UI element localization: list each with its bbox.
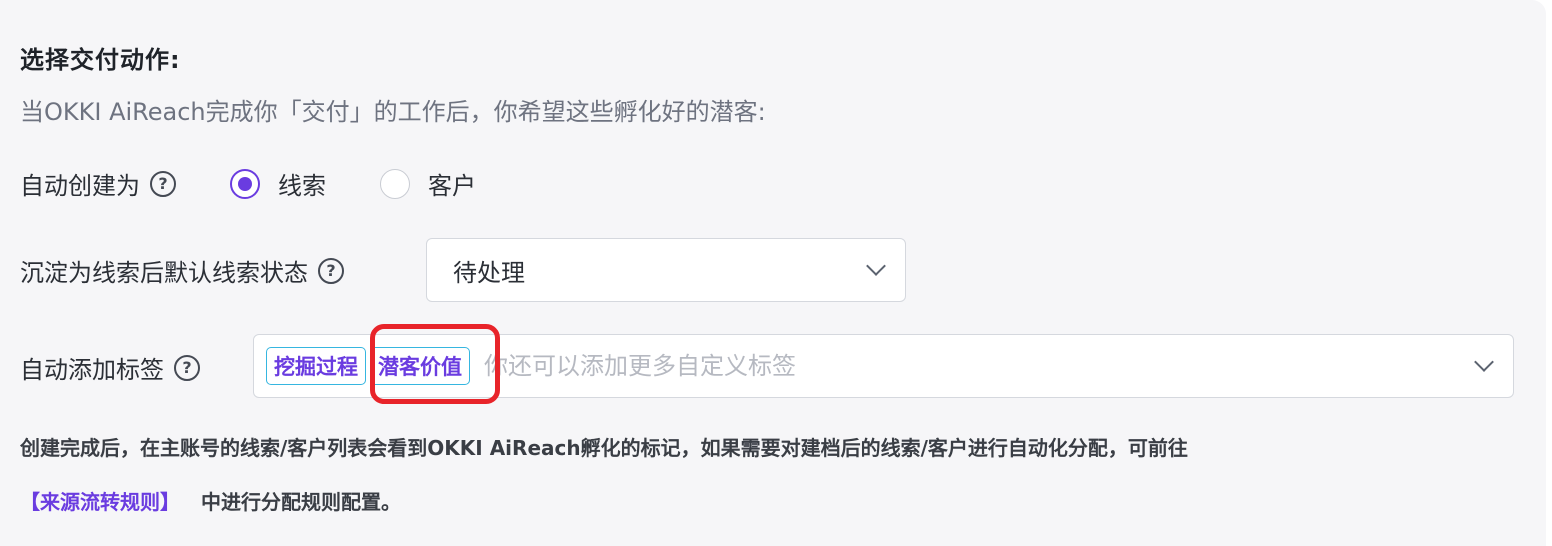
chevron-down-icon[interactable] bbox=[1474, 352, 1494, 372]
question-circle-icon[interactable]: ? bbox=[174, 354, 200, 381]
tags-label-group: 自动添加标签 ? bbox=[20, 350, 200, 385]
tag-chip[interactable]: 潜客价值 bbox=[370, 347, 470, 385]
radio-option-customer[interactable]: 客户 bbox=[380, 166, 476, 201]
lead-status-label-group: 沉淀为线索后默认线索状态 ? bbox=[20, 253, 344, 288]
section-subtitle: 当OKKI AiReach完成你「交付」的工作后，你希望这些孵化好的潜客: bbox=[20, 98, 766, 126]
auto-create-label: 自动创建为 bbox=[20, 172, 140, 200]
radio-label-lead: 线索 bbox=[278, 172, 326, 200]
lead-status-label: 沉淀为线索后默认线索状态 bbox=[20, 259, 308, 287]
radio-unchecked-icon[interactable] bbox=[380, 168, 410, 199]
section-title: 选择交付动作: bbox=[20, 46, 181, 74]
radio-label-customer: 客户 bbox=[428, 172, 476, 200]
auto-create-label-group: 自动创建为 ? bbox=[20, 166, 176, 201]
info-note: 创建完成后，在主账号的线索/客户列表会看到OKKI AiReach孵化的标记，如… bbox=[20, 436, 1188, 460]
delivery-settings-panel: 选择交付动作: 当OKKI AiReach完成你「交付」的工作后，你希望这些孵化… bbox=[0, 0, 1546, 546]
radio-checked-icon[interactable] bbox=[230, 168, 260, 199]
source-routing-rules-link[interactable]: 【来源流转规则】 bbox=[20, 490, 180, 514]
lead-status-value: 待处理 bbox=[453, 258, 525, 287]
tags-label: 自动添加标签 bbox=[20, 356, 164, 384]
question-circle-icon[interactable]: ? bbox=[318, 257, 344, 284]
tag-chip[interactable]: 挖掘过程 bbox=[266, 347, 366, 385]
tags-input[interactable] bbox=[482, 351, 1477, 381]
chevron-down-icon[interactable] bbox=[866, 256, 886, 276]
question-circle-icon[interactable]: ? bbox=[150, 170, 176, 197]
info-note-suffix: 中进行分配规则配置。 bbox=[200, 490, 401, 514]
info-note-line2: 【来源流转规则】 中进行分配规则配置。 bbox=[20, 486, 401, 515]
radio-option-lead[interactable]: 线索 bbox=[230, 166, 326, 201]
tags-select[interactable]: 挖掘过程 潜客价值 bbox=[253, 334, 1514, 398]
auto-create-radio-group: 线索 客户 bbox=[230, 166, 530, 201]
lead-status-select[interactable]: 待处理 bbox=[426, 238, 906, 302]
